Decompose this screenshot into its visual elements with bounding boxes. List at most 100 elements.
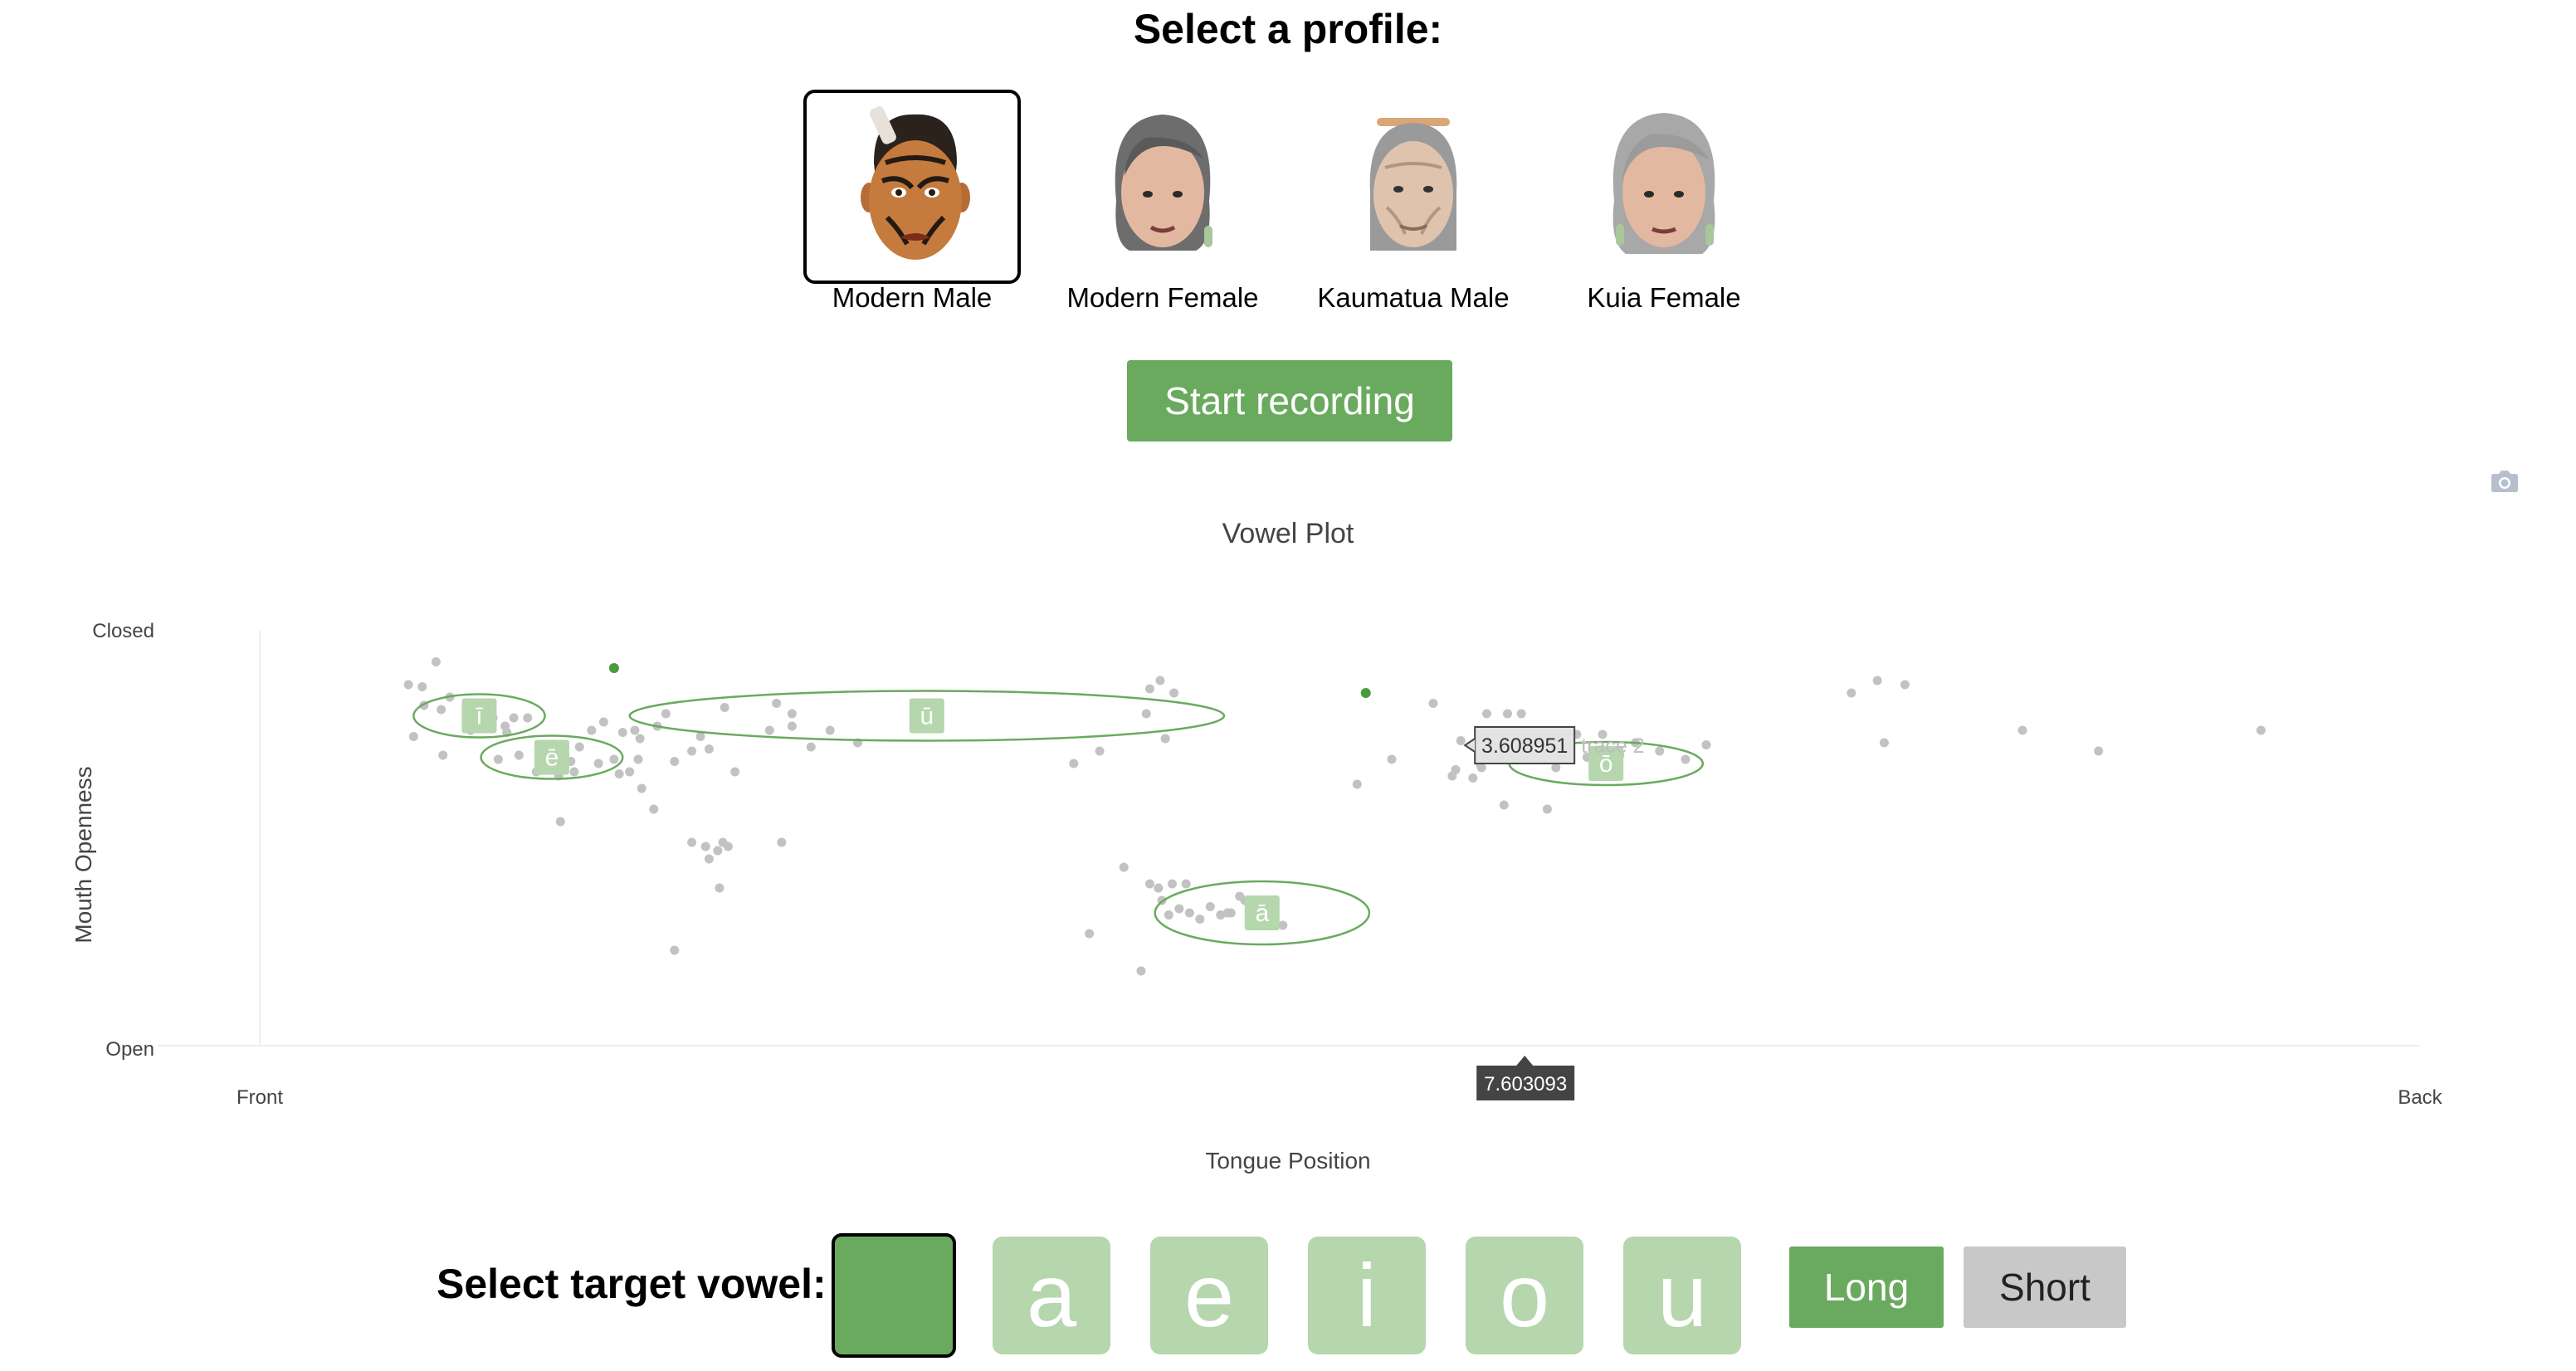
data-point xyxy=(730,767,740,777)
vowel-key-a[interactable]: a xyxy=(993,1237,1110,1354)
data-point xyxy=(403,680,413,690)
data-point xyxy=(614,769,624,778)
data-point xyxy=(417,682,427,691)
data-point xyxy=(633,754,643,764)
data-point xyxy=(1502,709,1512,719)
profile-modern-female[interactable] xyxy=(1054,90,1271,284)
data-point xyxy=(609,754,619,764)
vowel-region-label: ā xyxy=(1255,900,1269,927)
start-recording-button[interactable]: Start recording xyxy=(1127,360,1452,442)
data-point xyxy=(1155,676,1165,686)
data-point xyxy=(1456,736,1466,745)
data-point xyxy=(1144,879,1154,889)
data-point xyxy=(1701,740,1711,749)
long-button[interactable]: Long xyxy=(1789,1247,1944,1328)
data-point xyxy=(713,846,723,856)
data-point xyxy=(1352,779,1362,789)
data-point xyxy=(1095,746,1105,756)
data-point xyxy=(1451,765,1461,774)
data-point xyxy=(1136,966,1146,976)
vowel-key-blank[interactable] xyxy=(832,1233,956,1358)
data-point xyxy=(1169,688,1179,698)
data-point xyxy=(1428,699,1438,708)
data-point xyxy=(1900,680,1910,690)
data-point xyxy=(1681,754,1690,764)
data-point xyxy=(772,699,782,708)
modern-female-avatar xyxy=(1115,115,1212,251)
camera-icon[interactable] xyxy=(2490,470,2520,493)
highlight-point xyxy=(608,663,619,673)
profile-label: Modern Female xyxy=(1066,282,1259,313)
data-point xyxy=(1499,800,1509,810)
vowel-key-e[interactable]: e xyxy=(1150,1237,1268,1354)
data-point xyxy=(2256,725,2266,735)
data-point xyxy=(1195,915,1205,924)
data-point xyxy=(787,709,797,719)
data-point xyxy=(649,804,659,814)
data-point xyxy=(1168,879,1178,889)
modern-male-avatar xyxy=(861,106,970,260)
profile-heading: Select a profile: xyxy=(1133,6,1443,52)
data-point xyxy=(1551,763,1561,773)
data-point xyxy=(1184,908,1194,918)
data-point xyxy=(687,837,697,847)
data-point xyxy=(1205,902,1215,911)
vowel-key-o[interactable]: o xyxy=(1466,1237,1583,1354)
data-point xyxy=(1468,773,1478,783)
data-point xyxy=(1847,688,1856,698)
data-point xyxy=(1482,709,1492,719)
data-point xyxy=(704,744,714,754)
data-point xyxy=(723,842,733,851)
x-tick-front: Front xyxy=(237,1086,283,1109)
data-point xyxy=(764,725,774,735)
vowel-key-i[interactable]: i xyxy=(1308,1237,1426,1354)
profile-label: Modern Male xyxy=(832,282,993,313)
data-point xyxy=(523,713,533,723)
data-point xyxy=(493,754,503,764)
data-point xyxy=(661,709,671,719)
data-point xyxy=(2094,746,2104,756)
hover-y-pointer xyxy=(1463,738,1476,753)
data-point xyxy=(509,713,519,723)
data-point xyxy=(617,728,627,737)
profile-modern-male[interactable] xyxy=(803,90,1021,284)
kuia-female-avatar xyxy=(1612,113,1715,254)
y-axis-label: Mouth Openness xyxy=(71,766,96,943)
data-point xyxy=(1069,759,1079,768)
data-point xyxy=(670,945,680,955)
vowel-plot[interactable]: Vowel Plot Mouth Openness Tongue Positio… xyxy=(0,498,2576,1195)
data-point xyxy=(1516,709,1526,719)
data-point xyxy=(695,732,705,741)
x-tick-back: Back xyxy=(2398,1086,2442,1109)
kaumatua-male-avatar xyxy=(1369,118,1457,251)
data-point xyxy=(555,817,565,827)
data-point xyxy=(1879,738,1889,748)
data-point xyxy=(514,750,524,760)
data-point xyxy=(1160,734,1170,744)
hover-y-value: 3.608951 xyxy=(1481,734,1568,758)
data-point xyxy=(1387,754,1397,764)
profile-kaumatua-male[interactable] xyxy=(1305,90,1522,284)
data-point xyxy=(704,854,714,864)
vowel-key-u[interactable]: u xyxy=(1623,1237,1741,1354)
profile-kuia-female[interactable] xyxy=(1555,90,1773,284)
target-vowel-label: Select target vowel: xyxy=(437,1261,827,1307)
data-point xyxy=(1164,910,1173,920)
data-point xyxy=(700,842,710,851)
profile-label: Kaumatua Male xyxy=(1317,282,1510,313)
data-point xyxy=(593,759,603,768)
vowel-region-label: ē xyxy=(545,744,559,772)
data-point xyxy=(625,767,635,777)
data-point xyxy=(431,657,441,666)
data-point xyxy=(438,750,448,760)
data-point xyxy=(569,767,579,777)
data-point xyxy=(1174,904,1184,914)
data-point xyxy=(1226,908,1236,918)
x-axis-label: Tongue Position xyxy=(1205,1148,1370,1173)
data-point xyxy=(1181,879,1191,889)
data-point xyxy=(670,757,680,766)
data-point xyxy=(574,742,584,752)
data-point xyxy=(1278,920,1288,930)
data-point xyxy=(825,725,835,735)
short-button[interactable]: Short xyxy=(1964,1247,2126,1328)
